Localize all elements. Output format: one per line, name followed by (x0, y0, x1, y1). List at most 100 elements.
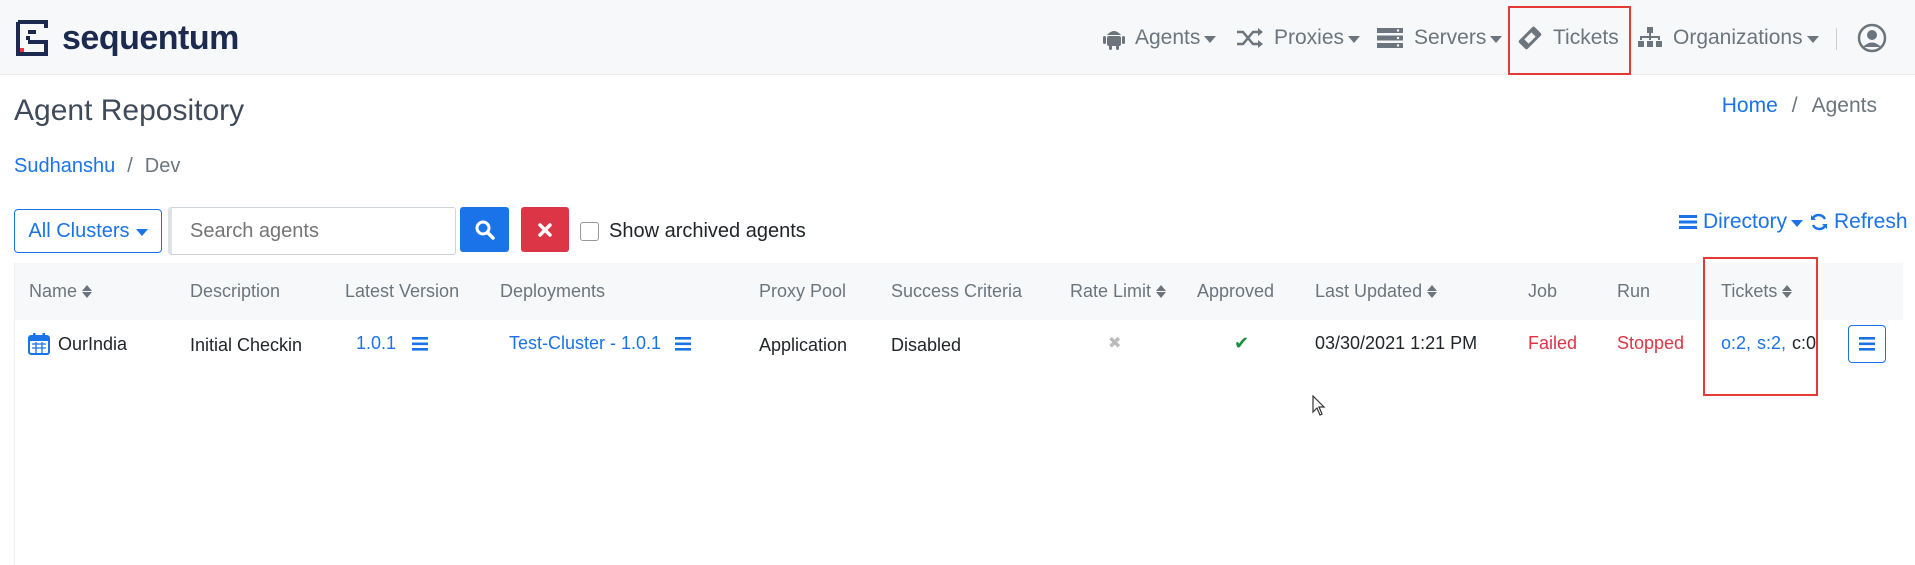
nav-agents[interactable]: Agents (1103, 22, 1217, 54)
nav-proxies-label: Proxies (1274, 26, 1345, 49)
annotation-highlight-tickets-nav (1508, 6, 1631, 75)
search-icon (475, 220, 495, 240)
list-icon[interactable] (412, 336, 429, 351)
nav-organizations[interactable]: Organizations (1637, 22, 1819, 54)
org-breadcrumb: Sudhanshu / Dev (14, 155, 180, 178)
close-icon (538, 222, 552, 237)
hamburger-icon (1859, 337, 1875, 351)
deployment-link[interactable]: Test-Cluster - 1.0.1 (509, 333, 661, 354)
sitemap-icon (1638, 27, 1662, 47)
column-header-label: Latest Version (345, 281, 460, 301)
column-header-latest-version: Latest Version (345, 281, 459, 302)
annotation-highlight-tickets-column (1703, 257, 1818, 396)
shuffle-icon (1237, 28, 1263, 48)
agents-table (14, 263, 1903, 565)
column-header-label: Job (1528, 281, 1558, 301)
user-menu[interactable] (1857, 22, 1897, 54)
sequentum-logo-icon (16, 20, 48, 56)
list-icon[interactable] (675, 336, 692, 351)
org-breadcrumb-separator: / (127, 155, 133, 177)
breadcrumb-current: Agents (1811, 94, 1877, 117)
column-header-label: Success Criteria (891, 281, 1023, 301)
column-header-run: Run (1617, 281, 1650, 302)
org-breadcrumb-link[interactable]: Sudhanshu (14, 155, 115, 178)
times-icon: ✖ (1108, 335, 1122, 352)
agent-name: OurIndia (58, 333, 128, 354)
mouse-cursor-icon (1312, 395, 1326, 416)
column-header-label: Description (190, 281, 281, 301)
column-header-label: Last Updated (1315, 281, 1423, 301)
android-icon (1103, 31, 1125, 50)
sort-icon (1427, 285, 1438, 298)
search-input[interactable] (168, 207, 456, 255)
row-actions-button[interactable] (1848, 325, 1886, 363)
brand-logo[interactable]: sequentum (14, 18, 239, 58)
chevron-down-icon (1791, 219, 1804, 227)
show-archived-toggle[interactable]: Show archived agents (580, 220, 806, 243)
proxy-pool-value: Application (759, 335, 848, 355)
table-cell-job: Failed (1528, 333, 1577, 354)
job-status: Failed (1528, 333, 1578, 353)
chevron-down-icon (1490, 35, 1503, 43)
last-updated-value: 03/30/2021 1:21 PM (1315, 333, 1478, 353)
refresh-label: Refresh (1834, 210, 1908, 233)
table-row-name[interactable]: OurIndia (28, 333, 127, 355)
show-archived-checkbox[interactable] (580, 222, 599, 241)
column-header-label: Approved (1197, 281, 1275, 301)
nav-divider (1836, 28, 1837, 50)
column-header-description: Description (190, 281, 280, 302)
nav-servers-label: Servers (1414, 26, 1487, 49)
table-cell-proxy-pool: Application (759, 335, 847, 356)
table-cell-description: Initial Checkin (190, 335, 302, 356)
refresh-button[interactable]: Refresh (1810, 210, 1908, 234)
directory-label: Directory (1703, 210, 1788, 233)
column-header-job: Job (1528, 281, 1557, 302)
sort-icon (82, 285, 93, 298)
table-cell-deployments[interactable]: Test-Cluster - 1.0.1 (509, 333, 692, 354)
chevron-down-icon (135, 228, 148, 236)
search-button[interactable] (460, 207, 509, 252)
column-header-success-criteria: Success Criteria (891, 281, 1022, 302)
column-header-name[interactable]: Name (29, 281, 93, 302)
server-icon (1377, 28, 1403, 48)
run-status: Stopped (1617, 333, 1685, 353)
nav-organizations-label: Organizations (1673, 26, 1803, 49)
column-header-proxy-pool: Proxy Pool (759, 281, 846, 302)
nav-agents-label: Agents (1135, 26, 1201, 49)
show-archived-label: Show archived agents (609, 220, 806, 242)
directory-dropdown[interactable]: Directory (1679, 210, 1804, 234)
nav-proxies[interactable]: Proxies (1236, 22, 1361, 54)
column-header-label: Deployments (500, 281, 606, 301)
column-header-last-updated[interactable]: Last Updated (1315, 281, 1438, 302)
org-breadcrumb-current: Dev (144, 155, 181, 177)
table-cell-approved: ✔ (1234, 333, 1249, 354)
clear-search-button[interactable] (521, 207, 569, 252)
column-header-rate-limit[interactable]: Rate Limit (1070, 281, 1167, 302)
agent-description: Initial Checkin (190, 335, 303, 355)
column-header-label: Name (29, 281, 78, 301)
column-header-approved: Approved (1197, 281, 1274, 302)
breadcrumb-home-link[interactable]: Home (1722, 94, 1778, 118)
brand-name: sequentum (62, 19, 239, 57)
chevron-down-icon (1204, 35, 1217, 43)
list-icon (1679, 215, 1697, 229)
table-cell-run: Stopped (1617, 333, 1684, 354)
table-cell-latest-version[interactable]: 1.0.1 (356, 333, 429, 354)
calendar-icon (28, 333, 50, 355)
all-clusters-dropdown[interactable]: All Clusters (14, 209, 162, 253)
column-header-deployments: Deployments (500, 281, 605, 302)
check-icon: ✔ (1234, 333, 1250, 353)
all-clusters-label: All Clusters (28, 219, 130, 242)
user-circle-icon (1857, 23, 1887, 53)
breadcrumb-separator: / (1791, 94, 1798, 117)
sort-icon (1156, 285, 1167, 298)
column-header-label: Run (1617, 281, 1651, 301)
column-header-label: Proxy Pool (759, 281, 847, 301)
nav-servers[interactable]: Servers (1376, 22, 1503, 54)
chevron-down-icon (1806, 35, 1819, 43)
latest-version-link[interactable]: 1.0.1 (356, 333, 396, 354)
table-cell-last-updated: 03/30/2021 1:21 PM (1315, 333, 1477, 354)
breadcrumb: Home / Agents (1722, 94, 1877, 118)
chevron-down-icon (1348, 35, 1361, 43)
table-cell-success-criteria: Disabled (891, 335, 961, 356)
